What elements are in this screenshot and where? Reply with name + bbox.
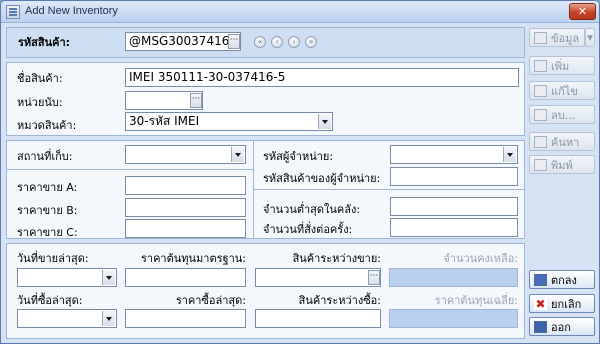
ok-button-label: ตกลง	[551, 273, 577, 287]
chevron-down-icon	[231, 147, 244, 162]
middle-divider-right	[254, 189, 524, 190]
product-code-label: รหัสสินค้า:	[18, 36, 71, 49]
avg-cost-field	[389, 309, 518, 328]
category-value: 30-รหัส IMEI	[129, 114, 200, 128]
unit-lookup-button[interactable]: ···	[190, 93, 202, 108]
in-sale-lookup-button[interactable]: ···	[368, 270, 380, 285]
ok-button[interactable]: ตกลง	[529, 270, 595, 289]
print-button[interactable]: พิมพ์	[529, 155, 595, 174]
product-code-lookup-button[interactable]: ···	[228, 34, 240, 49]
first-record-icon[interactable]: «	[254, 36, 266, 48]
in-sale-input[interactable]	[255, 268, 381, 287]
search-icon	[534, 135, 547, 148]
min-stock-input[interactable]	[390, 197, 518, 216]
delete-icon	[534, 108, 547, 121]
calendar-icon	[534, 31, 547, 44]
std-cost-label: ราคาต้นทุนมาตรฐาน:	[140, 252, 246, 265]
last-buy-price-label: ราคาซื้อล่าสุด:	[175, 294, 246, 307]
unit-label: หน่วยนับ:	[17, 96, 63, 109]
category-select[interactable]: 30-รหัส IMEI	[125, 112, 333, 131]
supplier-code-select[interactable]	[390, 145, 518, 164]
chevron-down-icon	[102, 311, 115, 326]
delete-button-label: ลบ...	[551, 108, 576, 122]
storage-select[interactable]	[125, 145, 246, 164]
category-label: หมวดสินค้า:	[17, 119, 77, 132]
exit-button-label: ออก	[551, 320, 571, 334]
chevron-down-icon: ▾	[587, 31, 593, 44]
delete-button[interactable]: ลบ...	[529, 105, 595, 124]
supplier-code-label: รหัสผู้จำหน่าย:	[263, 150, 334, 163]
last-purchase-date-picker[interactable]	[17, 309, 117, 328]
add-inventory-window: Add New Inventory ✕ รหัสสินค้า: @MSG3003…	[0, 0, 600, 344]
last-sale-date-picker[interactable]	[17, 268, 117, 287]
remaining-qty-label: จำนวนคงเหลือ:	[443, 252, 518, 265]
search-button-label: ค้นหา	[551, 135, 580, 149]
app-icon	[6, 5, 20, 19]
save-icon	[534, 273, 547, 286]
next-record-icon[interactable]: ›	[288, 36, 300, 48]
new-doc-icon	[534, 59, 547, 72]
add-button-label: เพิ่ม	[551, 59, 570, 73]
edit-button-label: แก้ไข	[551, 84, 578, 98]
product-name-label: ชื่อสินค้า:	[17, 72, 63, 85]
product-code-input[interactable]: @MSG300374165	[125, 32, 241, 51]
supplier-item-code-label: รหัสสินค้าของผู้จำหน่าย:	[263, 172, 381, 185]
data-menu-label: ข้อมูล	[551, 31, 580, 45]
in-purchase-input[interactable]	[255, 309, 381, 328]
price-c-input[interactable]	[125, 219, 246, 238]
previous-record-icon[interactable]: ‹	[271, 36, 283, 48]
pencil-icon	[534, 84, 547, 97]
remaining-qty-field	[389, 268, 518, 287]
in-sale-label: สินค้าระหว่างขาย:	[292, 252, 381, 265]
data-menu-dropdown[interactable]: ▾	[585, 28, 595, 47]
reorder-qty-input[interactable]	[390, 218, 518, 237]
storage-label: สถานที่เก็บ:	[17, 150, 73, 163]
printer-icon	[534, 158, 547, 171]
price-a-label: ราคาขาย A:	[17, 181, 78, 194]
in-purchase-label: สินค้าระหว่างซื้อ:	[298, 294, 381, 307]
reorder-qty-label: จำนวนที่สั่งต่อครั้ง:	[263, 223, 353, 236]
last-purchase-date-label: วันที่ซื้อล่าสุด:	[17, 294, 83, 307]
data-menu-button[interactable]: ข้อมูล	[529, 28, 585, 47]
edit-button[interactable]: แก้ไข	[529, 81, 595, 100]
last-record-icon[interactable]: »	[305, 36, 317, 48]
price-a-input[interactable]	[125, 176, 246, 195]
search-button[interactable]: ค้นหา	[529, 132, 595, 151]
cancel-x-icon: ✖	[534, 296, 547, 311]
last-sale-date-label: วันที่ขายล่าสุด:	[17, 252, 89, 265]
print-button-label: พิมพ์	[551, 158, 573, 172]
std-cost-input[interactable]	[125, 268, 246, 287]
price-b-label: ราคาขาย B:	[17, 204, 78, 217]
cancel-button[interactable]: ✖ ยกเลิก	[529, 294, 595, 313]
price-b-input[interactable]	[125, 198, 246, 217]
last-buy-price-input[interactable]	[125, 309, 246, 328]
add-button[interactable]: เพิ่ม	[529, 56, 595, 75]
cancel-button-label: ยกเลิก	[551, 297, 582, 311]
chevron-down-icon	[503, 147, 516, 162]
exit-button[interactable]: ออก	[529, 317, 595, 336]
exit-door-icon	[534, 320, 547, 333]
supplier-item-code-input[interactable]	[390, 167, 518, 186]
chevron-down-icon	[318, 114, 331, 129]
close-button[interactable]: ✕	[569, 3, 596, 20]
product-name-input[interactable]: IMEI 350111-30-037416-5	[125, 68, 519, 87]
title-bar: Add New Inventory ✕	[1, 1, 599, 23]
avg-cost-label: ราคาต้นทุนเฉลี่ย:	[434, 294, 518, 307]
min-stock-label: จำนวนต่ำสุดในคลัง:	[263, 203, 361, 216]
price-c-label: ราคาขาย C:	[17, 226, 78, 239]
window-title: Add New Inventory	[25, 5, 118, 17]
middle-divider-left	[7, 169, 253, 170]
chevron-down-icon	[102, 270, 115, 285]
